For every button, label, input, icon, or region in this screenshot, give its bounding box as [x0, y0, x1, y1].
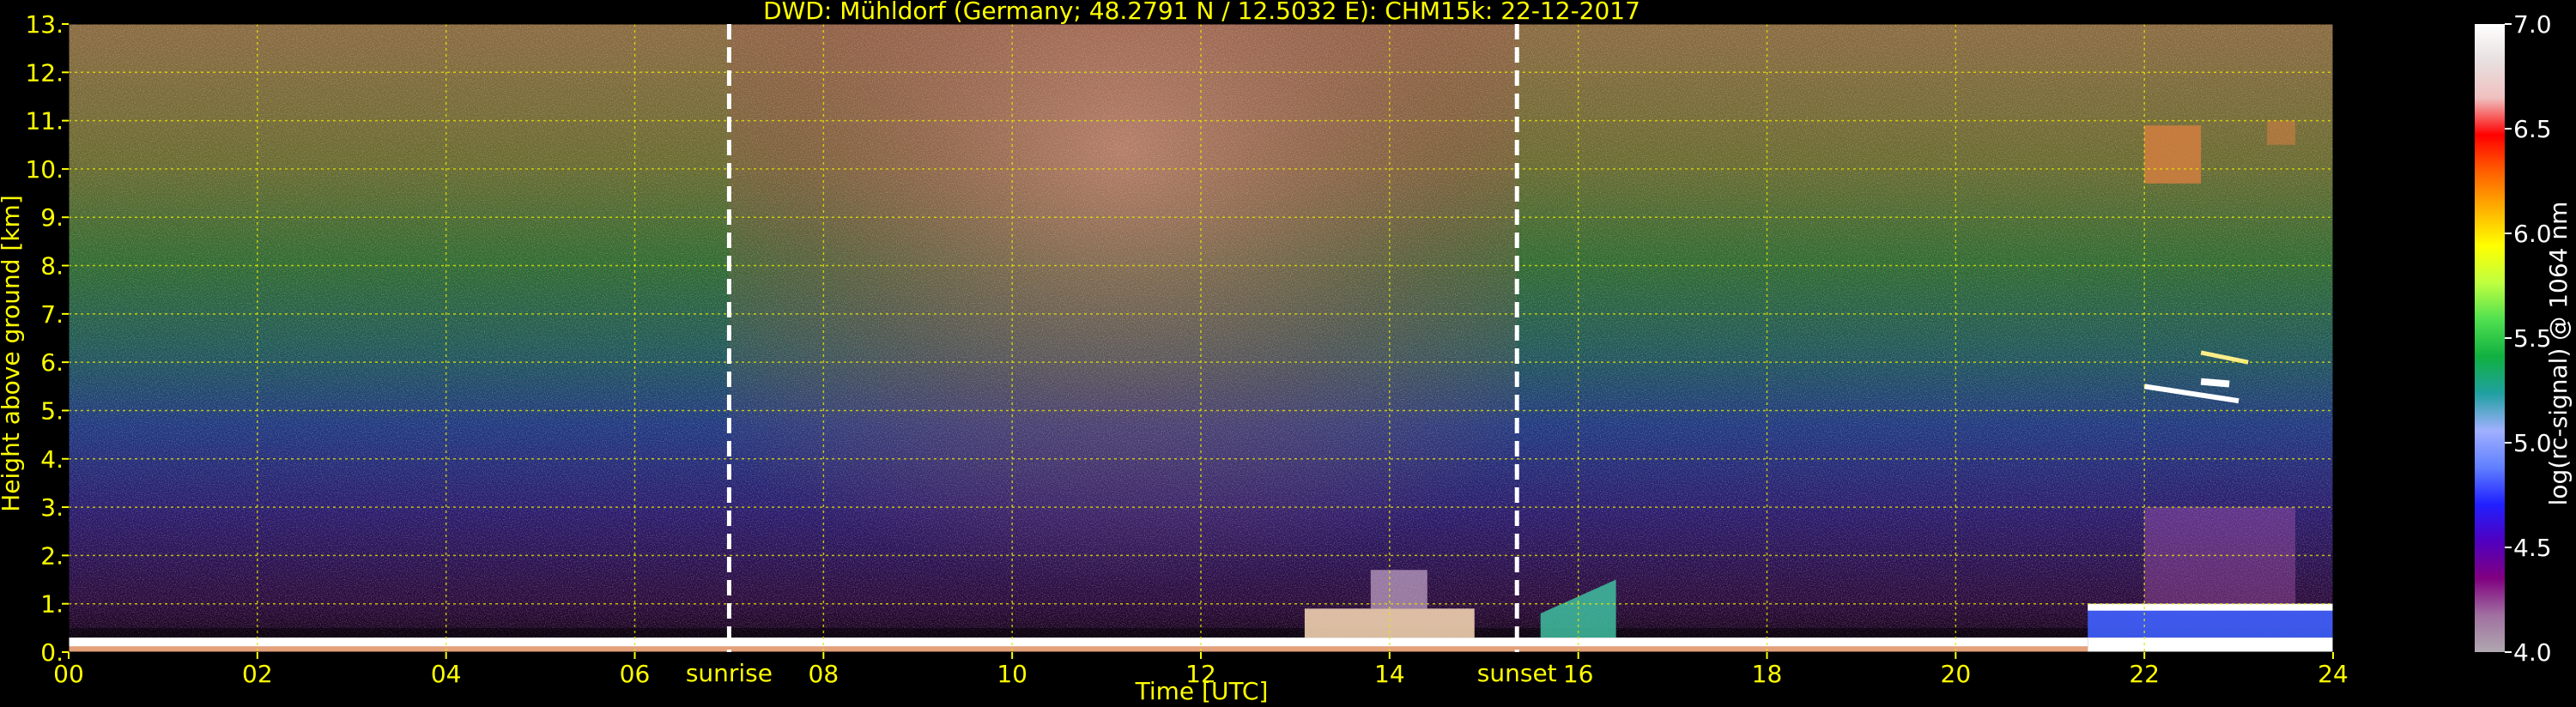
y-tick-label: 8. — [40, 252, 64, 281]
x-tick-label: 10 — [997, 660, 1027, 688]
y-tick-label: 12. — [25, 58, 64, 87]
x-tick-label: 04 — [431, 660, 462, 688]
x-tick-label: 18 — [1752, 660, 1783, 688]
x-tick-label: 22 — [2129, 660, 2160, 688]
x-tick-label: 02 — [242, 660, 273, 688]
feature-low-cloud-top — [2088, 603, 2333, 611]
y-axis-label: Height above ground [km] — [0, 195, 25, 512]
x-tick-label: 06 — [620, 660, 651, 688]
y-tick-label: 4. — [40, 445, 64, 474]
y-tick-label: 11. — [25, 107, 64, 136]
x-tick-label: 24 — [2318, 660, 2349, 688]
x-tick-label: 08 — [809, 660, 839, 688]
colorbar-tick-label: 7.0 — [2513, 10, 2552, 39]
feature-boundary-layer-base — [69, 646, 2088, 652]
marker-label-sunset: sunset — [1477, 659, 1557, 687]
feature-upper-cloud — [2144, 125, 2202, 184]
y-tick-label: 0. — [40, 638, 64, 667]
colorbar-tick-label: 4.0 — [2513, 638, 2552, 667]
colorbar-scale — [2475, 24, 2505, 652]
y-tick-label: 10. — [25, 155, 64, 184]
colorbar-tick-label: 4.5 — [2513, 534, 2552, 562]
ceilometer-chart: sunrise sunset 00 02 04 06 08 10 12 14 16 18 20 22 24… — [0, 0, 2573, 705]
x-tick-label: 20 — [1941, 660, 1972, 688]
y-tick-label: 7. — [40, 300, 64, 329]
feature-convection-top — [1370, 570, 1427, 609]
y-tick-label: 9. — [40, 203, 64, 232]
y-tick-label: 5. — [40, 396, 64, 425]
chart-title: DWD: Mühldorf (Germany; 48.2791 N / 12.5… — [763, 0, 1640, 25]
feature-mid-cloud-2 — [2200, 378, 2230, 388]
feature-low-cloud-ground — [2088, 638, 2333, 652]
y-tick-label: 1. — [40, 590, 64, 619]
y-tick-label: 3. — [40, 493, 64, 522]
x-tick-label: 16 — [1563, 660, 1594, 688]
marker-label-sunrise: sunrise — [686, 659, 773, 687]
y-tick-label: 2. — [40, 541, 64, 570]
y-axis: 0. 1. 2. 3. 4. 5. 6. 7. 8. 9. 10. 11. 12. 13. — [25, 10, 69, 667]
y-tick-label: 6. — [40, 348, 64, 377]
y-tick-label: 13. — [25, 10, 64, 39]
colorbar-label: log(rc-signal) @ 1064 nm — [2544, 202, 2573, 506]
x-axis-label: Time [UTC] — [1135, 677, 1269, 705]
colorbar: 4.04.55.05.56.06.57.0 — [2475, 10, 2552, 667]
x-tick-label: 14 — [1374, 660, 1405, 688]
feature-upper-cloud-2 — [2267, 120, 2296, 145]
colorbar-tick-label: 6.5 — [2513, 115, 2552, 143]
